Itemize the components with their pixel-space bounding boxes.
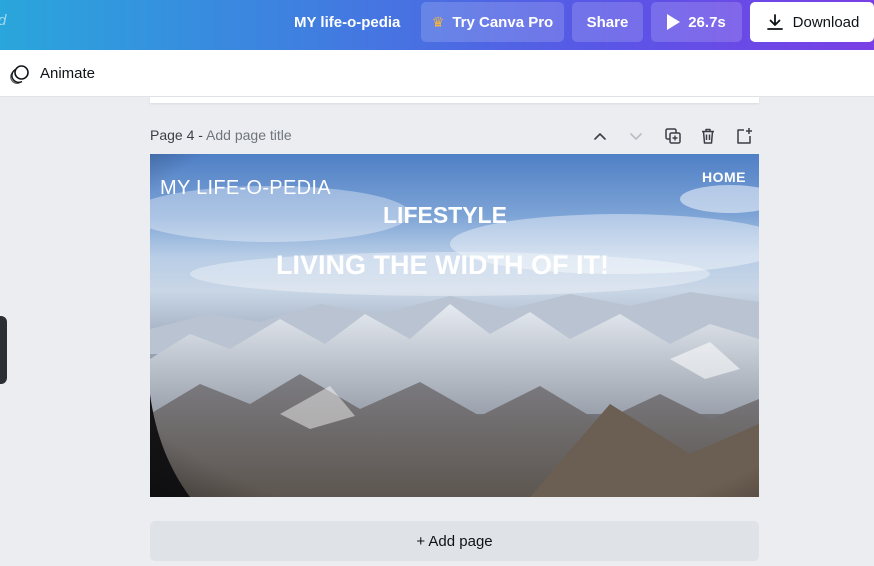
page-header: Page 4 - Add page title	[150, 127, 292, 143]
site-brand[interactable]: MY LIFE-O-PEDIA	[160, 177, 331, 200]
share-label: Share	[586, 13, 629, 31]
download-button[interactable]: Download	[750, 2, 874, 42]
nav-home-link[interactable]: HOME	[702, 169, 746, 185]
chevron-down-icon[interactable]	[626, 126, 646, 146]
animate-icon[interactable]	[10, 64, 30, 84]
duration-label: 26.7s	[688, 13, 726, 31]
crown-icon: ♛	[431, 13, 445, 30]
page-number: Page 4 -	[150, 127, 207, 143]
page-title-input[interactable]: Add page title	[206, 127, 292, 143]
editor-toolbar: Animate	[0, 50, 874, 97]
page-heading[interactable]: LIFESTYLE	[383, 202, 507, 229]
trash-icon[interactable]	[698, 126, 718, 146]
chevron-up-icon[interactable]	[590, 126, 610, 146]
share-button[interactable]: Share	[572, 2, 643, 42]
download-label: Download	[792, 13, 860, 31]
add-page-icon[interactable]	[734, 126, 754, 146]
add-page-button[interactable]: + Add page	[150, 521, 759, 561]
page-actions	[590, 126, 760, 146]
truncated-text: d	[0, 12, 6, 29]
download-icon	[766, 14, 783, 30]
present-play-button[interactable]: 26.7s	[651, 2, 742, 42]
tagline-text[interactable]: LIVING THE WIDTH OF IT!	[276, 250, 609, 281]
previous-page-edge	[150, 97, 759, 103]
try-canva-pro-button[interactable]: ♛ Try Canva Pro	[421, 2, 564, 42]
design-page[interactable]: MY LIFE-O-PEDIA HOME LIFESTYLE LIVING TH…	[150, 154, 759, 497]
document-title[interactable]: MY life-o-pedia	[294, 14, 400, 31]
side-panel-handle[interactable]	[0, 316, 7, 384]
play-icon	[667, 14, 681, 30]
top-bar: d MY life-o-pedia ♛ Try Canva Pro Share …	[0, 0, 874, 50]
try-canva-pro-label: Try Canva Pro	[452, 13, 554, 31]
animate-button[interactable]: Animate	[40, 65, 95, 82]
duplicate-icon[interactable]	[663, 126, 683, 146]
